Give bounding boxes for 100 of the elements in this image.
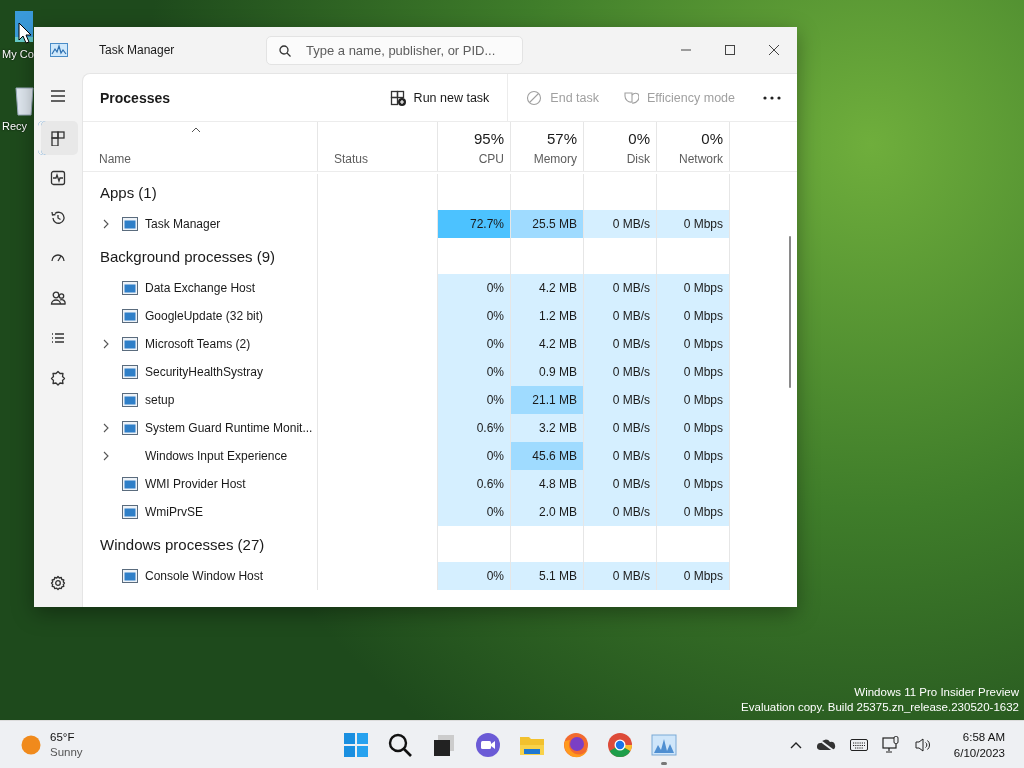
table-cell: 0 Mbps [657,386,730,414]
table-cell: 0% [438,274,511,302]
table-cell: 3.2 MB [511,414,584,442]
table-cell: 5.1 MB [511,562,584,590]
table-cell: 0 Mbps [657,330,730,358]
history-icon [50,210,66,226]
table-cell: 4.2 MB [511,330,584,358]
keyboard-icon[interactable] [849,738,868,751]
chevron-icon[interactable] [103,219,109,229]
column-header[interactable]: 57% Memory [511,122,584,171]
video-chat-icon [474,730,502,759]
table-cell: 25.5 MB [511,210,584,238]
process-name[interactable]: Data Exchange Host [145,281,256,295]
process-name[interactable]: Console Window Host [145,569,264,583]
chevron-icon[interactable] [103,423,109,433]
chevron-icon[interactable] [103,451,109,461]
table-cell: 0 Mbps [657,562,730,590]
toolbar-button[interactable]: Run new task [383,85,496,110]
table-cell: 0 Mbps [657,442,730,470]
windows-logo-icon [342,730,370,759]
network-icon[interactable] [881,735,900,754]
group-heading: Windows processes (27) [83,526,318,562]
more-icon[interactable] [763,95,781,100]
table-cell: 0% [438,358,511,386]
table-cell: 4.8 MB [511,470,584,498]
column-header[interactable]: Status [318,122,438,171]
cursor-icon [18,22,32,44]
table-cell: 45.6 MB [511,442,584,470]
table-cell: 0 MB/s [584,358,657,386]
table-cell: 0 MB/s [584,386,657,414]
fox-globe-icon [562,730,590,759]
sort-caret-icon [191,127,201,133]
group-heading: Apps (1) [83,174,318,210]
users-icon [50,290,66,306]
search-field[interactable]: Type a name, publisher, or PID... [266,35,523,65]
temperature: 65°F [50,729,76,745]
menu-icon[interactable] [50,89,66,103]
process-name[interactable]: System Guard Runtime Monit... [145,421,313,435]
speaker-icon[interactable] [913,736,932,753]
table-cell: 0 MB/s [584,210,657,238]
maximize-icon[interactable] [724,44,736,56]
chrome-logo-icon [606,730,634,759]
table-cell: 0.6% [438,414,511,442]
pulse-icon [50,170,66,186]
table-cell: 2.0 MB [511,498,584,526]
table-cell: 0 MB/s [584,442,657,470]
app-icon [50,43,68,57]
table-cell: 0 Mbps [657,210,730,238]
column-header[interactable]: 0% Disk [584,122,657,171]
table-cell: 0 Mbps [657,414,730,442]
weather-condition: Sunny [50,744,83,760]
build-info-text: Windows 11 Pro Insider Preview [853,685,1019,700]
process-name[interactable]: SecurityHealthSystray [145,365,264,379]
nav-item[interactable] [38,121,78,155]
table-cell: 0 Mbps [657,358,730,386]
table-cell: 72.7% [438,210,511,238]
prohibited-icon [526,89,543,106]
scrollbar-thumb[interactable] [789,236,791,388]
process-name[interactable]: Windows Input Experience [145,449,288,463]
process-name[interactable]: GoogleUpdate (32 bit) [145,309,264,323]
process-name[interactable]: WmiPrvSE [145,505,203,519]
process-name[interactable]: WMI Provider Host [145,477,246,491]
table-cell: 0 MB/s [584,498,657,526]
table-cell: 0 MB/s [584,274,657,302]
table-cell: 0 Mbps [657,498,730,526]
table-cell: 0% [438,386,511,414]
table-cell: 0 Mbps [657,274,730,302]
column-header[interactable]: Name [83,122,318,171]
page-title: Processes [100,89,171,106]
table-cell: 21.1 MB [511,386,584,414]
list-icon [50,330,66,346]
search-icon [279,44,291,57]
table-cell: 0% [438,302,511,330]
chevron-up-icon[interactable] [789,740,802,749]
process-name[interactable]: Task Manager [145,217,221,231]
table-cell: 0.6% [438,470,511,498]
table-cell: 1.2 MB [511,302,584,330]
table-cell: 0% [438,442,511,470]
table-cell: 0 MB/s [584,330,657,358]
running-indicator [661,761,667,765]
table-cell: 0 MB/s [584,414,657,442]
cloud-off-icon[interactable] [815,737,836,752]
desktop-icon-label[interactable]: Recy [2,120,28,132]
tiles-icon [50,130,66,146]
run-task-icon [389,89,406,106]
table-cell: 0% [438,562,511,590]
table-cell: 0 MB/s [584,302,657,330]
column-header[interactable]: 95% CPU [438,122,511,171]
build-info-text: Evaluation copy. Build 25375.zn_release.230520-1632 [741,700,1019,715]
desktop-icon-label[interactable]: My Co [2,48,34,60]
settings-icon[interactable] [50,575,66,591]
table-cell: 0 MB/s [584,470,657,498]
process-name[interactable]: Microsoft Teams (2) [145,337,251,351]
column-header[interactable]: 0% Network [657,122,730,171]
clock[interactable]: 6:58 AM 6/10/2023 [953,728,1005,761]
table-cell: 0% [438,330,511,358]
process-name[interactable]: setup [145,393,175,407]
close-icon[interactable] [768,44,780,56]
chevron-icon[interactable] [103,339,109,349]
table-cell: 0.9 MB [511,358,584,386]
